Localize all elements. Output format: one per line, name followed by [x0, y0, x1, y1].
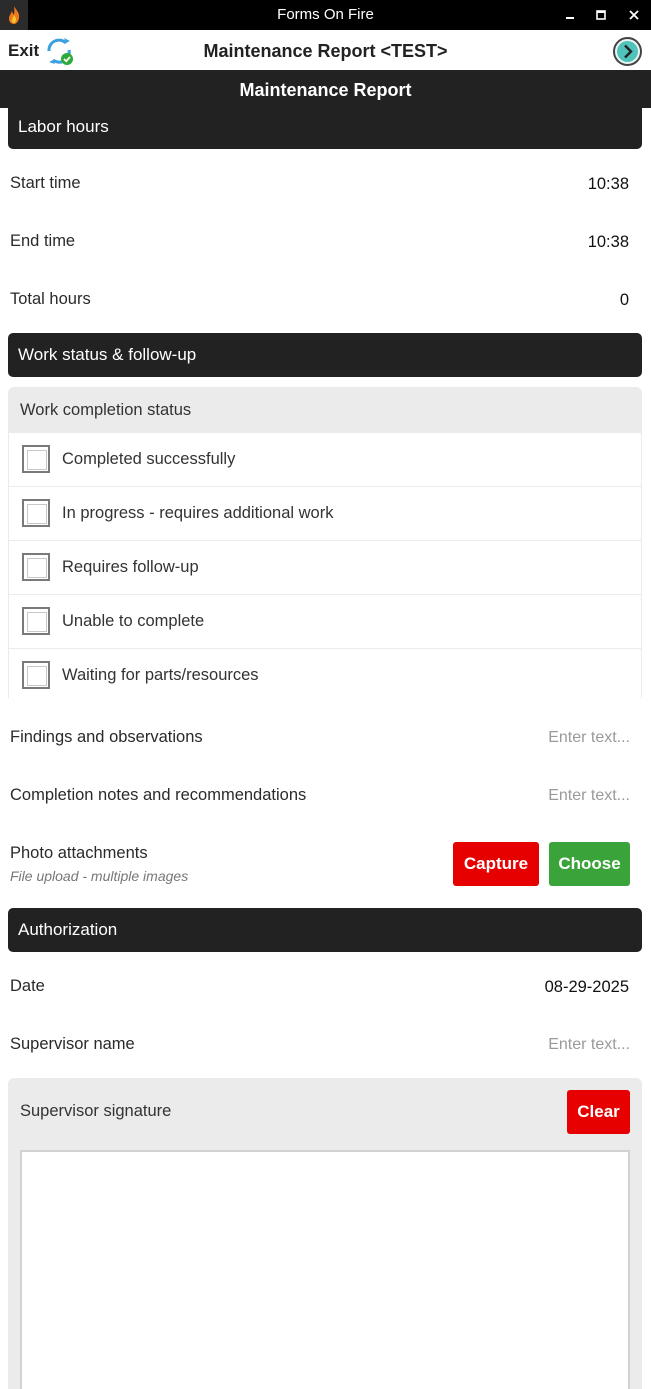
checkbox[interactable] [22, 607, 50, 635]
work-completion-group: Work completion status Completed success… [8, 387, 642, 702]
findings-label: Findings and observations [10, 728, 203, 746]
window-title-bar: Forms On Fire [0, 0, 651, 30]
start-time-field[interactable]: 10:38 [588, 175, 629, 194]
findings-input[interactable]: Enter text... [548, 729, 630, 747]
maximize-icon[interactable] [584, 0, 618, 30]
total-hours-label: Total hours [10, 290, 91, 308]
signature-pad[interactable] [20, 1150, 630, 1389]
option-in-progress[interactable]: In progress - requires additional work [9, 487, 641, 540]
form-toolbar: Exit Maintenance Report <TEST> [0, 30, 651, 70]
signature-group: Supervisor signature Clear [8, 1078, 642, 1389]
form-header: Maintenance Report [0, 70, 651, 108]
option-label: In progress - requires additional work [62, 504, 334, 522]
capture-button[interactable]: Capture [453, 842, 539, 886]
supervisor-name-label: Supervisor name [10, 1035, 135, 1053]
end-time-field[interactable]: 10:38 [588, 233, 629, 252]
photo-attachments-label: Photo attachments [10, 844, 148, 862]
notes-label: Completion notes and recommendations [10, 786, 307, 804]
photo-attachments-hint: File upload - multiple images [10, 868, 189, 884]
total-hours-value: 0 [619, 291, 629, 309]
option-requires-follow-up[interactable]: Requires follow-up [9, 541, 641, 594]
option-label: Completed successfully [62, 450, 236, 468]
work-completion-title: Work completion status [20, 401, 192, 419]
checkbox[interactable] [22, 445, 50, 473]
supervisor-name-input[interactable]: Enter text... [548, 1036, 630, 1054]
option-unable-to-complete[interactable]: Unable to complete [9, 595, 641, 648]
checkbox[interactable] [22, 553, 50, 581]
minimize-icon[interactable] [553, 0, 587, 30]
option-label: Waiting for parts/resources [62, 666, 259, 684]
signature-label: Supervisor signature [20, 1102, 172, 1120]
date-label: Date [10, 977, 45, 995]
notes-input[interactable]: Enter text... [548, 787, 630, 805]
option-waiting-for-parts[interactable]: Waiting for parts/resources [9, 649, 641, 702]
section-work-status: Work status & follow-up [8, 333, 642, 377]
choose-button[interactable]: Choose [549, 842, 630, 886]
section-labor-hours: Labor hours [8, 105, 642, 149]
chevron-right-circle-icon[interactable] [612, 36, 643, 67]
form-title: Maintenance Report <TEST> [203, 41, 448, 61]
date-field[interactable]: 08-29-2025 [545, 978, 629, 997]
option-label: Unable to complete [62, 612, 205, 630]
clear-signature-button[interactable]: Clear [567, 1090, 630, 1134]
section-authorization: Authorization [8, 908, 642, 952]
end-time-label: End time [10, 232, 76, 250]
checkbox[interactable] [22, 499, 50, 527]
start-time-label: Start time [10, 174, 81, 192]
option-completed-successfully[interactable]: Completed successfully [9, 433, 641, 486]
close-icon[interactable] [617, 0, 651, 30]
checkbox[interactable] [22, 661, 50, 689]
option-label: Requires follow-up [62, 558, 199, 576]
